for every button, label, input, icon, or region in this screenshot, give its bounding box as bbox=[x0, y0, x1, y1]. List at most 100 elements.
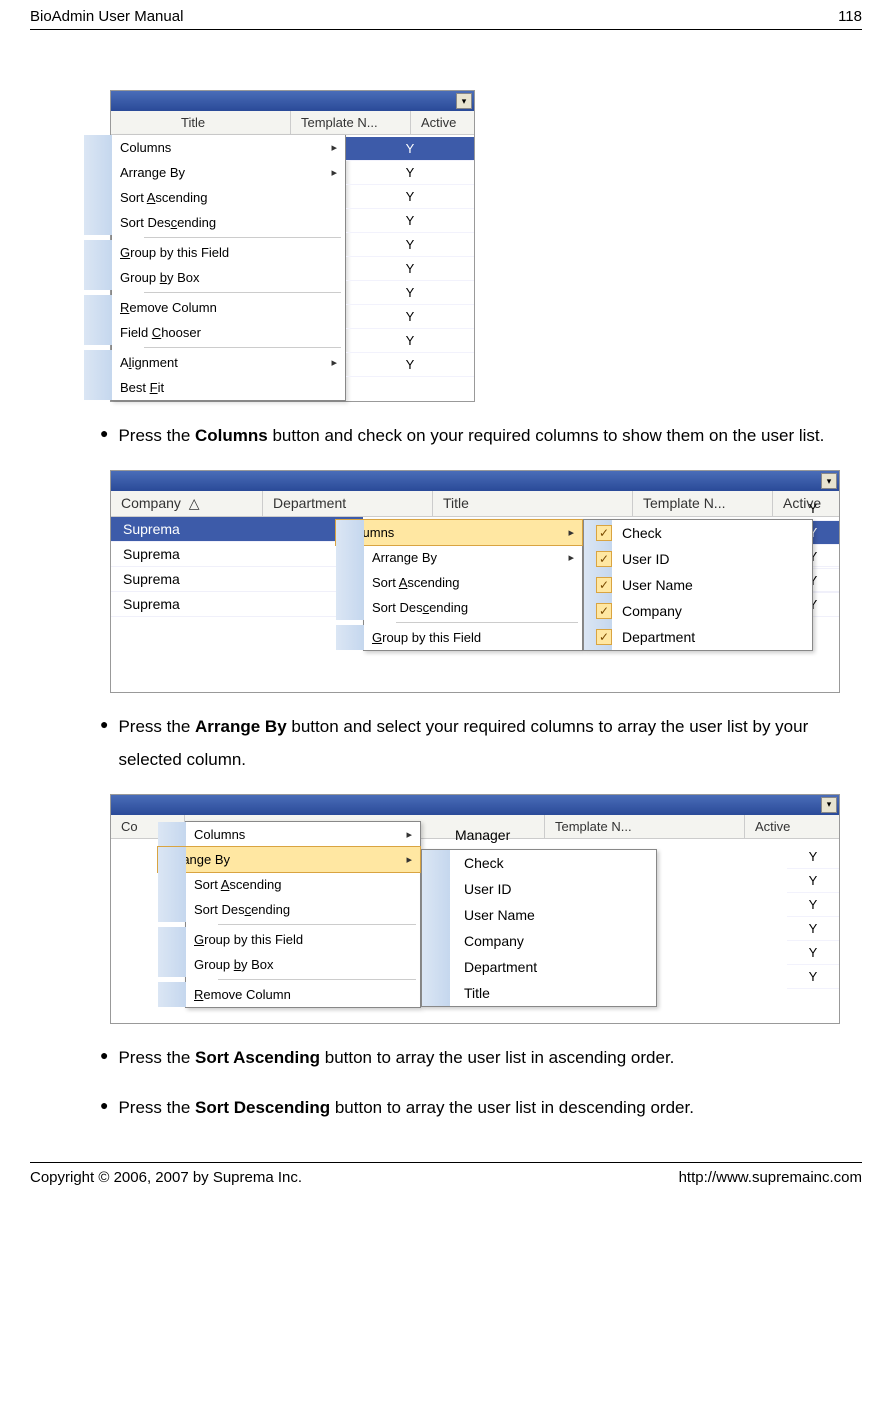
submenu-department[interactable]: Department bbox=[422, 954, 656, 980]
menu-sort-descending[interactable]: Sort Descending bbox=[84, 210, 345, 235]
list-item[interactable]: Y bbox=[346, 161, 474, 185]
footer-url: http://www.supremainc.com bbox=[679, 1169, 862, 1186]
bullet-arrange-by: ● Press the Arrange By button and select… bbox=[100, 711, 862, 776]
list-item: Y bbox=[787, 845, 839, 869]
submenu-title[interactable]: Title bbox=[422, 980, 656, 1006]
submenu-company[interactable]: Company bbox=[422, 928, 656, 954]
menu-arrange-by[interactable]: Arrange By▸ bbox=[84, 160, 345, 185]
list-item: Y bbox=[787, 941, 839, 965]
menu-columns[interactable]: Columns▸ bbox=[84, 135, 345, 160]
menu-separator bbox=[396, 622, 578, 623]
col-header-template[interactable]: Template N... bbox=[545, 815, 745, 838]
chevron-right-icon: ▸ bbox=[331, 141, 337, 154]
menu-best-fit[interactable]: Best Fit bbox=[84, 375, 345, 400]
submenu-department[interactable]: ✓Department bbox=[584, 624, 812, 650]
col-header-template[interactable]: Template N... bbox=[633, 491, 773, 516]
screenshot-3: ▾ Co Title Template N... Active Manager … bbox=[110, 794, 862, 1024]
col-header-title[interactable]: Title bbox=[171, 111, 291, 134]
check-icon: ✓ bbox=[596, 525, 612, 541]
window-icon[interactable]: ▾ bbox=[821, 473, 837, 489]
menu-sort-ascending[interactable]: Sort Ascending bbox=[336, 570, 582, 595]
list-item[interactable]: Y bbox=[346, 353, 474, 377]
window-icon[interactable]: ▾ bbox=[821, 797, 837, 813]
bullet-columns: ● Press the Columns button and check on … bbox=[100, 420, 862, 452]
active-column-values: Y Y Y Y Y Y Y Y Y Y bbox=[346, 135, 474, 401]
col-header-department[interactable]: Department bbox=[263, 491, 433, 516]
menu-field-chooser[interactable]: Field Chooser bbox=[84, 320, 345, 345]
col-header-active[interactable]: Active bbox=[411, 111, 474, 134]
submenu-user-name[interactable]: User Name bbox=[422, 902, 656, 928]
page-header: BioAdmin User Manual 118 bbox=[30, 0, 862, 30]
menu-group-field[interactable]: Group by this Field bbox=[336, 625, 582, 650]
chevron-right-icon: ▸ bbox=[331, 166, 337, 179]
menu-group-field[interactable]: Group by this Field bbox=[158, 927, 420, 952]
list-item[interactable]: Y bbox=[346, 305, 474, 329]
menu-sort-descending[interactable]: Sort Descending bbox=[336, 595, 582, 620]
list-item[interactable]: Y bbox=[346, 257, 474, 281]
menu-sort-descending[interactable]: Sort Descending bbox=[158, 897, 420, 922]
menu-group-box[interactable]: Group by Box bbox=[84, 265, 345, 290]
context-menu: Columns▸ Arrange By▸ Sort Ascending Sort… bbox=[363, 519, 583, 651]
col-header-empty[interactable] bbox=[111, 111, 171, 134]
chevron-right-icon: ▸ bbox=[406, 828, 412, 841]
list-item[interactable]: Y bbox=[346, 137, 474, 161]
bullet-icon: ● bbox=[100, 420, 108, 452]
page-number: 118 bbox=[838, 8, 862, 25]
col-header-template[interactable]: Template N... bbox=[291, 111, 411, 134]
list-item[interactable]: Y bbox=[346, 281, 474, 305]
bullet-sort-ascending: ● Press the Sort Ascending button to arr… bbox=[100, 1042, 862, 1074]
menu-sort-ascending[interactable]: Sort Ascending bbox=[84, 185, 345, 210]
menu-separator bbox=[144, 237, 341, 238]
check-icon: ✓ bbox=[596, 603, 612, 619]
submenu-user-id[interactable]: ✓User ID bbox=[584, 546, 812, 572]
grid-titlebar: ▾ bbox=[111, 795, 839, 815]
list-item[interactable]: Y bbox=[346, 185, 474, 209]
menu-remove-column[interactable]: Remove Column bbox=[84, 295, 345, 320]
menu-sort-ascending[interactable]: Sort Ascending bbox=[158, 872, 420, 897]
bullet-icon: ● bbox=[100, 1092, 108, 1124]
page-content: ▾ Title Template N... Active Columns▸ Ar… bbox=[30, 30, 862, 1152]
menu-separator bbox=[218, 979, 416, 980]
menu-columns[interactable]: Columns▸ bbox=[335, 519, 583, 546]
list-item[interactable]: Y bbox=[346, 233, 474, 257]
check-icon: ✓ bbox=[596, 577, 612, 593]
footer-copyright: Copyright © 2006, 2007 by Suprema Inc. bbox=[30, 1169, 302, 1186]
context-menu: Columns▸ Arrange By▸ Sort Ascending Sort… bbox=[111, 135, 346, 401]
chevron-right-icon: ▸ bbox=[568, 551, 574, 564]
arrange-by-submenu: Check User ID User Name Company Departme… bbox=[421, 849, 657, 1007]
list-item: Y bbox=[787, 893, 839, 917]
list-item: Y bbox=[787, 869, 839, 893]
menu-arrange-by[interactable]: Arrange By▸ bbox=[336, 545, 582, 570]
submenu-check[interactable]: ✓Check bbox=[584, 520, 812, 546]
menu-separator bbox=[144, 292, 341, 293]
column-headers: Company △ Department Title Template N...… bbox=[111, 491, 839, 517]
menu-group-field[interactable]: Group by this Field bbox=[84, 240, 345, 265]
menu-alignment[interactable]: Alignment▸ bbox=[84, 350, 345, 375]
submenu-user-name[interactable]: ✓User Name bbox=[584, 572, 812, 598]
submenu-user-id[interactable]: User ID bbox=[422, 876, 656, 902]
list-item: Y bbox=[787, 497, 839, 521]
menu-arrange-by[interactable]: Arrange By▸ bbox=[157, 846, 421, 873]
window-icon[interactable]: ▾ bbox=[456, 93, 472, 109]
active-column-values: . Y Y Y Y Y Y bbox=[787, 821, 839, 989]
list-item: Y bbox=[787, 917, 839, 941]
screenshot-1: ▾ Title Template N... Active Columns▸ Ar… bbox=[110, 90, 862, 402]
check-icon: ✓ bbox=[596, 551, 612, 567]
menu-separator bbox=[218, 924, 416, 925]
menu-remove-column[interactable]: Remove Column bbox=[158, 982, 420, 1007]
header-title: BioAdmin User Manual bbox=[30, 8, 183, 25]
col-header-company[interactable]: Company △ bbox=[111, 491, 263, 516]
context-menu: Columns▸ Arrange By▸ Sort Ascending Sort… bbox=[185, 821, 421, 1008]
list-item[interactable]: Y bbox=[346, 209, 474, 233]
chevron-right-icon: ▸ bbox=[406, 853, 412, 866]
menu-columns[interactable]: Columns▸ bbox=[158, 822, 420, 847]
grid-titlebar: ▾ bbox=[111, 471, 839, 491]
bullet-icon: ● bbox=[100, 711, 108, 776]
menu-group-box[interactable]: Group by Box bbox=[158, 952, 420, 977]
col-header-title[interactable]: Title bbox=[433, 491, 633, 516]
columns-submenu: ✓Check ✓User ID ✓User Name ✓Company ✓Dep… bbox=[583, 519, 813, 651]
submenu-check[interactable]: Check bbox=[422, 850, 656, 876]
check-icon: ✓ bbox=[596, 629, 612, 645]
submenu-company[interactable]: ✓Company bbox=[584, 598, 812, 624]
list-item[interactable]: Y bbox=[346, 329, 474, 353]
